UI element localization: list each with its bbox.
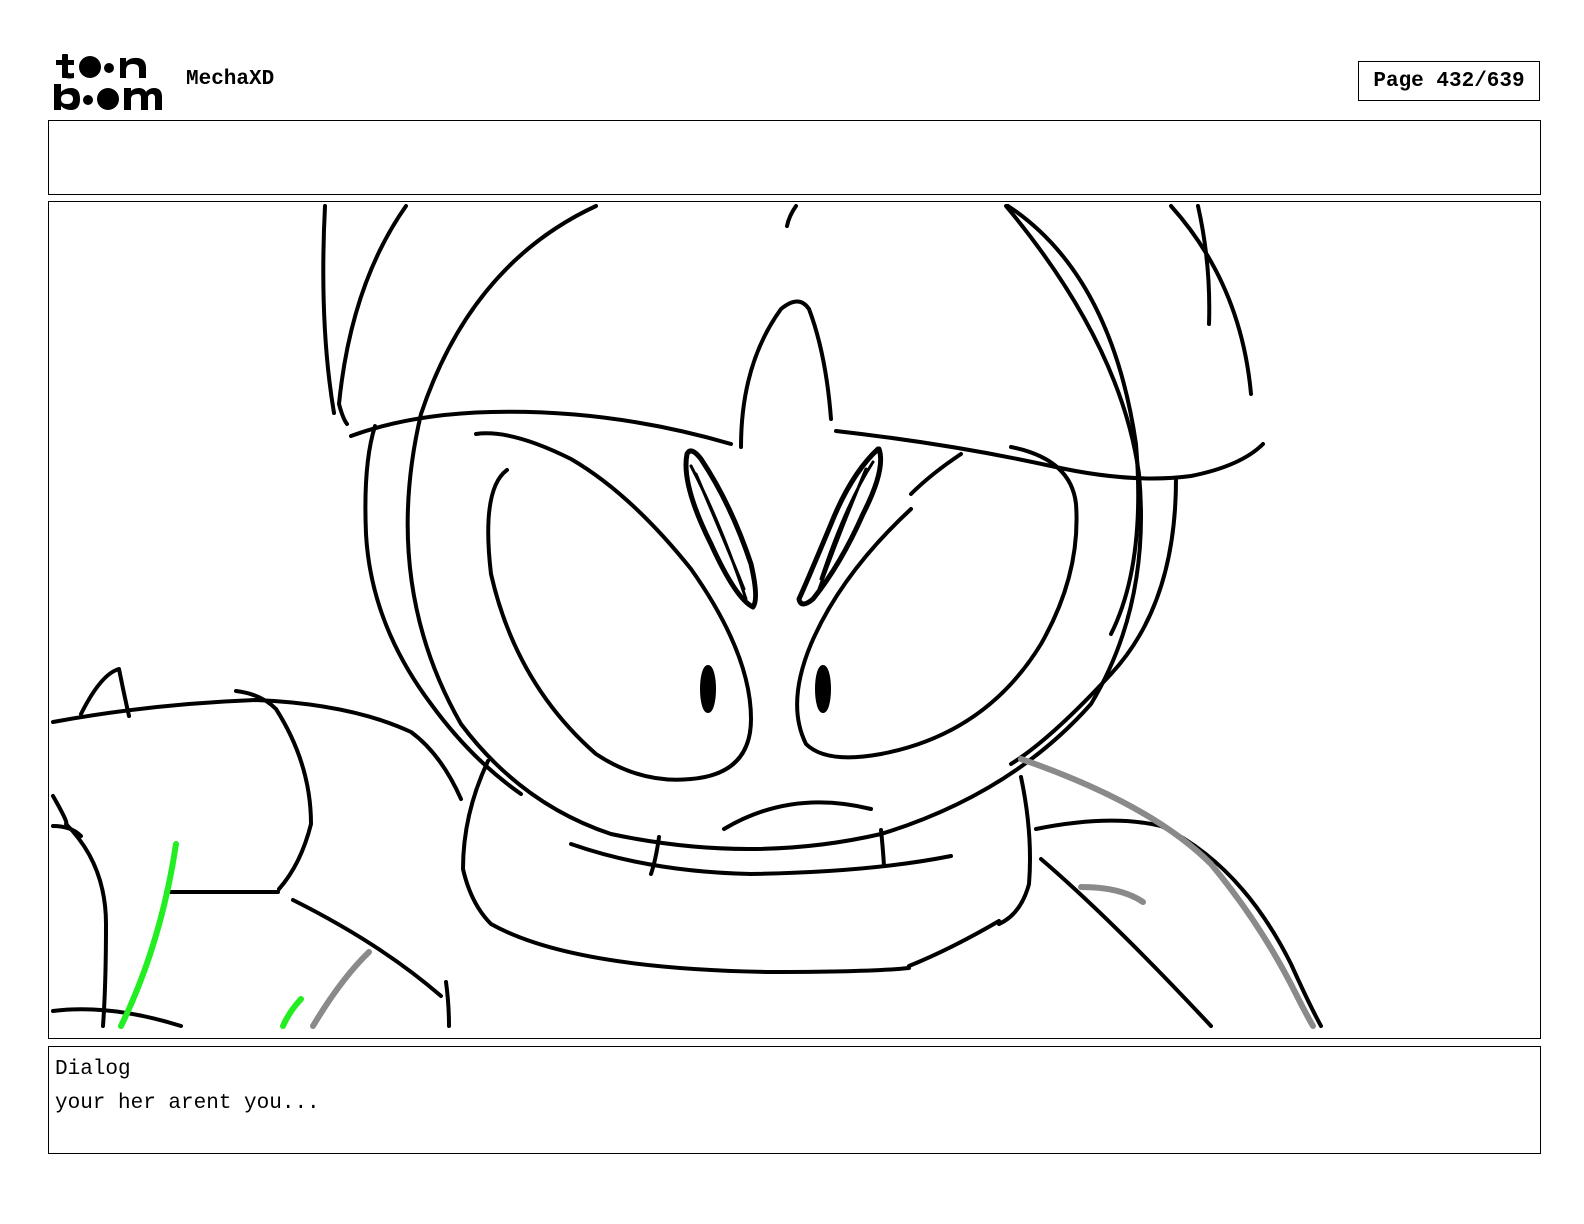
- visor-band: [349, 409, 733, 446]
- arm-left-top: [51, 698, 463, 801]
- arm-left-bottom: [51, 1007, 183, 1028]
- eye-left: [474, 431, 753, 782]
- logo-top-row: [56, 54, 146, 79]
- arm-left-edge: [51, 794, 108, 1028]
- green-stroke-2: [280, 996, 304, 1029]
- body-left-line: [444, 980, 451, 1028]
- eye-right-lid: [909, 452, 963, 496]
- arm-left-ribbon: [51, 824, 83, 838]
- hair-stroke-left-2: [337, 204, 408, 426]
- gray-arm-line: [310, 949, 372, 1029]
- helmet-outline: [405, 204, 1143, 851]
- toon-boom-logo: [54, 54, 162, 110]
- neck-bottom-right: [907, 919, 1001, 968]
- body-right-line: [1039, 857, 1213, 1028]
- pupil-right: [815, 665, 831, 713]
- panel-drawing: [51, 204, 1323, 1029]
- dialog-box: Dialog your her arent you...: [48, 1046, 1541, 1154]
- neck-right: [997, 775, 1032, 926]
- page-indicator: Page 432/639: [1358, 61, 1540, 101]
- shoulder-right: [1034, 818, 1323, 1028]
- gray-body-line-2: [1078, 884, 1146, 905]
- helmet-outline-inner: [1006, 204, 1141, 636]
- arm-left-spike: [79, 667, 131, 718]
- storyboard-panel: [48, 201, 1541, 1039]
- eye-right: [795, 445, 1079, 760]
- brow-right-scribble: [817, 460, 875, 591]
- panel-notes-box: [48, 120, 1541, 195]
- dialog-heading: Dialog: [55, 1058, 131, 1081]
- dialog-text: your her arent you...: [55, 1092, 320, 1115]
- pupil-left: [700, 665, 716, 713]
- gray-body-line: [1018, 756, 1316, 1029]
- logo-bottom-row: [54, 84, 162, 110]
- face-right-outline: [1009, 477, 1178, 766]
- visor-band-right: [834, 429, 1265, 481]
- collar-tick-right: [879, 828, 886, 868]
- arm-left-elbow: [234, 689, 313, 891]
- arm-left-under: [291, 898, 443, 998]
- hair-stroke-right: [1196, 204, 1212, 326]
- project-title: MechaXD: [186, 68, 275, 91]
- mouth: [722, 800, 873, 831]
- hair-stroke-top: [785, 204, 798, 228]
- antenna-spike: [739, 299, 833, 449]
- hair-stroke-left: [321, 204, 336, 415]
- green-stroke-1: [118, 841, 179, 1029]
